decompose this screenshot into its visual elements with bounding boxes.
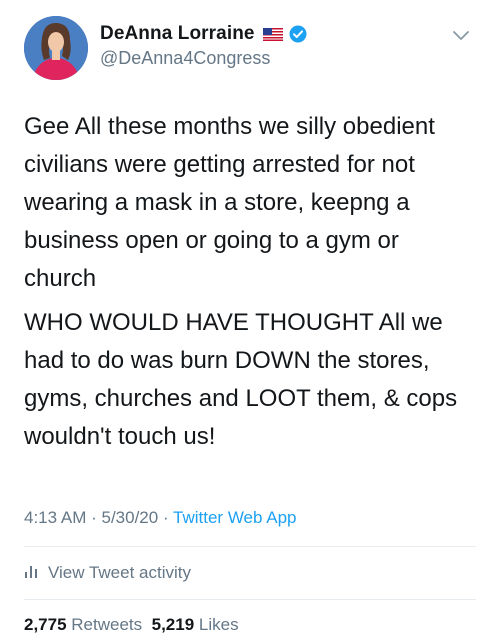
tweet-time[interactable]: 4:13 AM <box>24 508 86 527</box>
chevron-down-icon[interactable] <box>452 28 470 42</box>
retweets-stat[interactable]: 2,775 Retweets <box>24 615 142 634</box>
user-handle[interactable]: @DeAnna4Congress <box>100 48 270 69</box>
tweet-text: Gee All these months we silly obedient c… <box>24 108 476 456</box>
likes-count: 5,219 <box>151 615 195 634</box>
activity-label: View Tweet activity <box>48 563 191 582</box>
likes-label: Likes <box>198 615 239 634</box>
meta-separator: · <box>158 508 174 527</box>
view-activity-button[interactable]: View Tweet activity <box>24 562 191 584</box>
tweet-paragraph: Gee All these months we silly obedient c… <box>24 113 435 292</box>
divider <box>24 546 476 547</box>
divider <box>24 599 476 600</box>
retweets-count: 2,775 <box>24 615 67 634</box>
tweet-stats: 2,775 Retweets 5,219 Likes <box>24 615 239 635</box>
verified-badge-icon <box>289 25 307 43</box>
us-flag-icon <box>262 27 283 41</box>
name-row: DeAnna Lorraine <box>100 22 307 46</box>
tweet-meta: 4:13 AM · 5/30/20 · Twitter Web App <box>24 508 297 528</box>
bar-chart-icon <box>24 563 48 583</box>
display-name[interactable]: DeAnna Lorraine <box>100 23 255 45</box>
avatar[interactable] <box>24 16 88 80</box>
meta-separator: · <box>86 508 102 527</box>
tweet-source-link[interactable]: Twitter Web App <box>173 508 296 527</box>
tweet-paragraph: WHO WOULD HAVE THOUGHT All we had to do … <box>24 309 458 450</box>
retweets-label: Retweets <box>71 615 143 634</box>
tweet-header: DeAnna Lorraine @DeAnna4Congress <box>0 0 492 100</box>
tweet-date[interactable]: 5/30/20 <box>101 508 158 527</box>
likes-stat[interactable]: 5,219 Likes <box>152 615 239 634</box>
